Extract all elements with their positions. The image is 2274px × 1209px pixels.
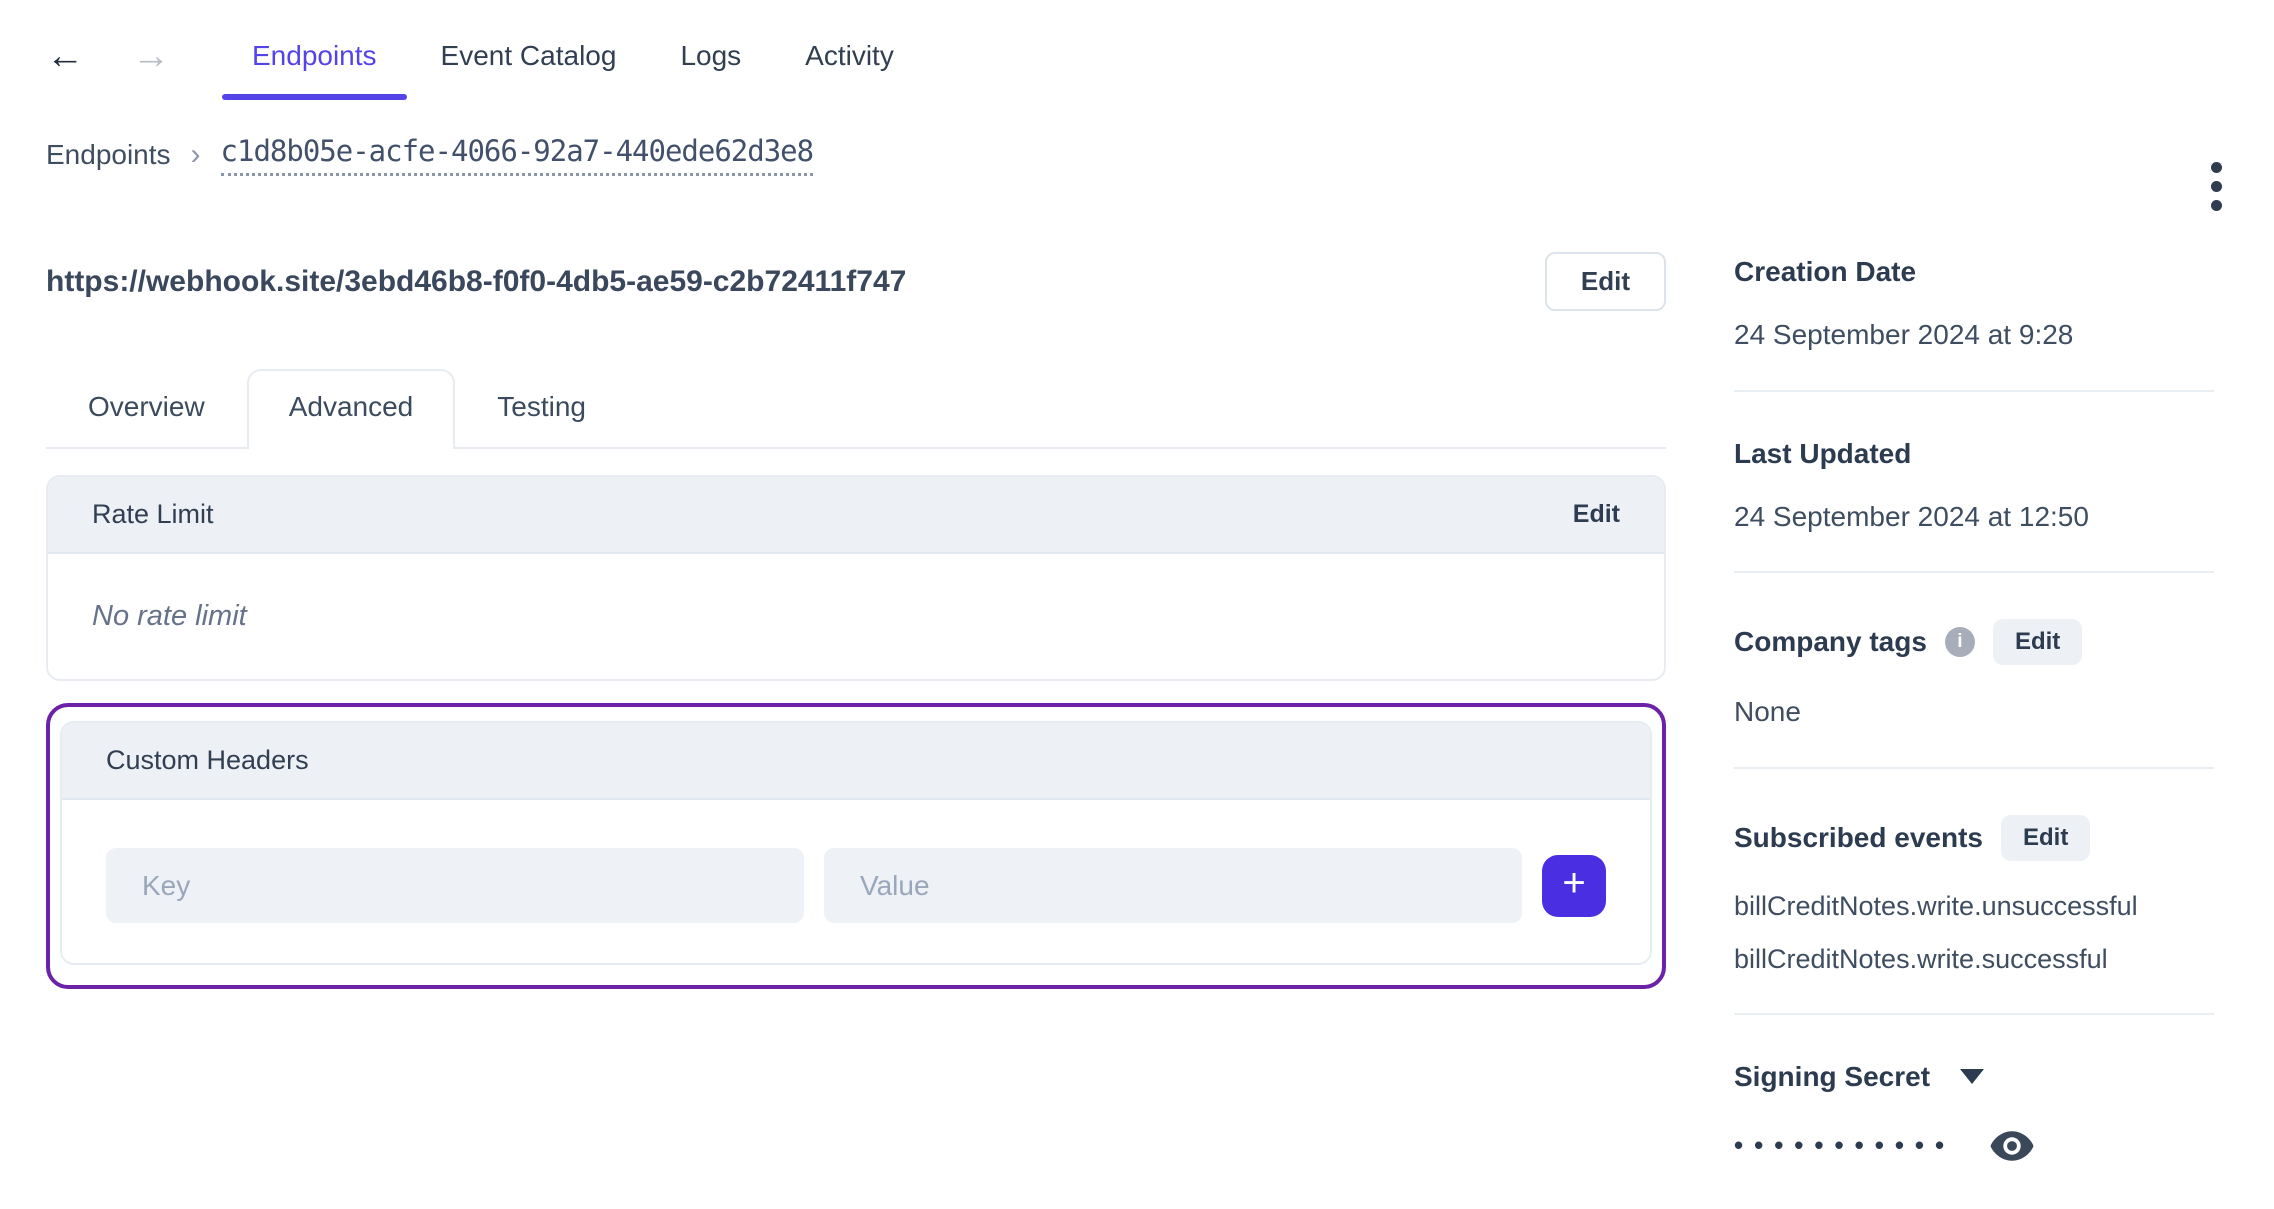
endpoint-url: https://webhook.site/3ebd46b8-f0f0-4db5-… xyxy=(46,264,907,298)
back-arrow-icon[interactable]: ← xyxy=(46,34,84,78)
subscribed-event-item: billCreditNotes.write.unsuccessful xyxy=(1734,890,2138,921)
custom-headers-header: Custom Headers xyxy=(62,723,1650,800)
top-nav-tabs: Endpoints Event Catalog Logs Activity xyxy=(222,34,924,100)
subscribed-event-item: billCreditNotes.write.successful xyxy=(1734,943,2108,974)
rate-limit-header: Rate Limit Edit xyxy=(48,477,1664,554)
custom-headers-title: Custom Headers xyxy=(106,745,309,775)
eye-icon xyxy=(1989,1129,2035,1163)
detail-tabs: Overview Advanced Testing xyxy=(46,369,1666,449)
header-key-input[interactable] xyxy=(106,848,804,923)
edit-url-button[interactable]: Edit xyxy=(1544,252,1666,311)
endpoint-url-row: https://webhook.site/3ebd46b8-f0f0-4db5-… xyxy=(46,252,1666,311)
tab-overview[interactable]: Overview xyxy=(46,369,247,449)
signing-secret-masked-value: ••••••••••• xyxy=(1734,1130,1956,1161)
tab-testing[interactable]: Testing xyxy=(455,369,628,449)
edit-company-tags-button[interactable]: Edit xyxy=(1992,619,2083,666)
rate-limit-title: Rate Limit xyxy=(92,499,214,529)
rate-limit-card: Rate Limit Edit No rate limit xyxy=(46,475,1666,681)
subscribed-events-label: Subscribed events xyxy=(1734,821,1983,853)
custom-headers-card: Custom Headers + xyxy=(60,721,1652,965)
signing-secret-section: Signing Secret ••••••••••• xyxy=(1734,1061,2214,1163)
signing-secret-label: Signing Secret xyxy=(1734,1060,1931,1092)
creation-date-section: Creation Date 24 September 2024 at 9:28 xyxy=(1734,256,2214,392)
last-updated-section: Last Updated 24 September 2024 at 12:50 xyxy=(1734,438,2214,574)
breadcrumb-chevron-icon: › xyxy=(190,138,201,171)
kebab-menu-icon[interactable] xyxy=(2207,158,2226,215)
header-value-input[interactable] xyxy=(824,848,1522,923)
tab-activity[interactable]: Activity xyxy=(775,34,924,78)
breadcrumb-endpoints-link[interactable]: Endpoints xyxy=(46,139,171,171)
details-sidebar: Creation Date 24 September 2024 at 9:28 … xyxy=(1734,256,2214,1209)
breadcrumb-endpoint-id[interactable]: c1d8b05e-acfe-4066-92a7-440ede62d3e8 xyxy=(220,134,814,176)
tab-logs[interactable]: Logs xyxy=(650,34,771,78)
last-updated-value: 24 September 2024 at 12:50 xyxy=(1734,500,2089,532)
creation-date-label: Creation Date xyxy=(1734,256,1917,287)
top-nav: ← → Endpoints Event Catalog Logs Activit… xyxy=(0,0,2274,100)
edit-rate-limit-button[interactable]: Edit xyxy=(1573,500,1620,529)
tab-advanced[interactable]: Advanced xyxy=(246,369,456,449)
signing-secret-toggle[interactable]: Signing Secret xyxy=(1734,1061,2214,1093)
breadcrumb: Endpoints › c1d8b05e-acfe-4066-92a7-440e… xyxy=(46,134,2274,176)
main-content: https://webhook.site/3ebd46b8-f0f0-4db5-… xyxy=(46,252,1666,989)
company-tags-value: None xyxy=(1734,696,1801,728)
add-header-button[interactable]: + xyxy=(1542,854,1606,917)
tab-endpoints[interactable]: Endpoints xyxy=(222,34,407,100)
info-icon[interactable]: i xyxy=(1944,627,1975,658)
forward-arrow-icon[interactable]: → xyxy=(132,34,170,78)
custom-headers-body: + xyxy=(62,800,1650,963)
creation-date-value: 24 September 2024 at 9:28 xyxy=(1734,319,2074,350)
chevron-down-icon xyxy=(1960,1069,1985,1085)
rate-limit-empty-text: No rate limit xyxy=(92,600,247,632)
edit-subscribed-events-button[interactable]: Edit xyxy=(2000,814,2091,861)
company-tags-label: Company tags xyxy=(1734,626,1927,658)
subscribed-events-section: Subscribed events Edit billCreditNotes.w… xyxy=(1734,814,2214,1015)
reveal-secret-button[interactable] xyxy=(1989,1129,2035,1163)
tab-event-catalog[interactable]: Event Catalog xyxy=(411,34,647,78)
last-updated-label: Last Updated xyxy=(1734,437,1912,469)
custom-headers-highlight: Custom Headers + xyxy=(46,703,1666,989)
company-tags-section: Company tags i Edit None xyxy=(1734,619,2214,769)
plus-icon: + xyxy=(1562,861,1586,905)
